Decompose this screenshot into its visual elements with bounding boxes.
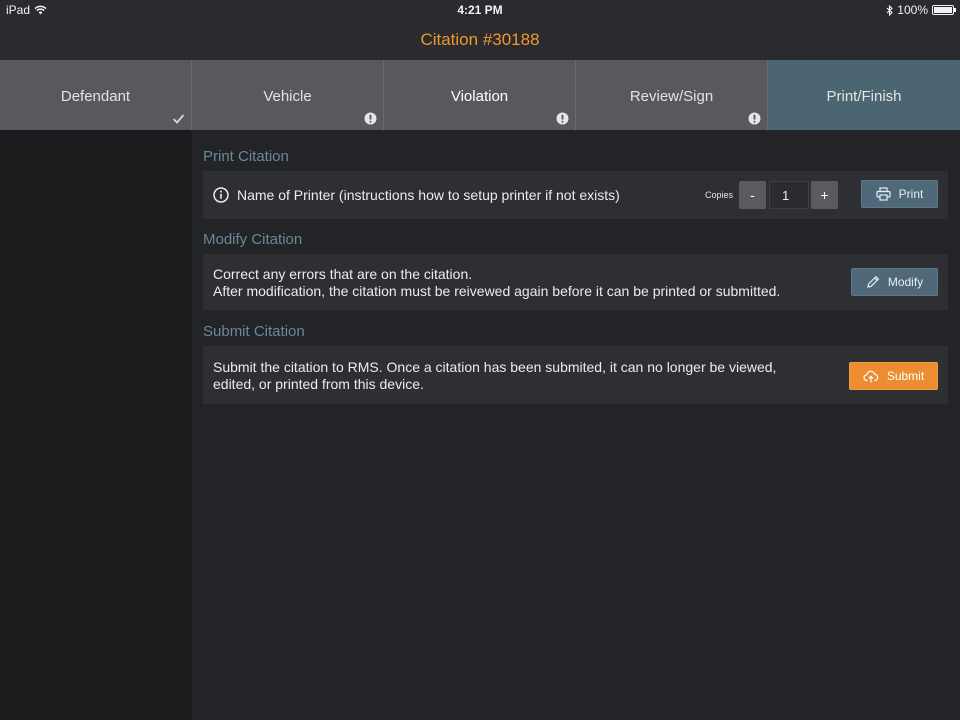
tab-print-finish[interactable]: Print/Finish bbox=[768, 60, 960, 130]
warning-icon bbox=[748, 112, 761, 125]
print-button[interactable]: Print bbox=[861, 180, 938, 208]
status-right: 100% bbox=[886, 3, 956, 17]
tab-label: Defendant bbox=[60, 88, 131, 105]
tab-label: Vehicle bbox=[263, 88, 312, 105]
submit-line-2: edited, or printed from this device. bbox=[213, 376, 424, 392]
tab-review-sign[interactable]: Review/Sign bbox=[576, 60, 768, 130]
page-title: Citation #30188 bbox=[420, 30, 540, 49]
submit-button[interactable]: Submit bbox=[849, 362, 938, 390]
pencil-icon bbox=[867, 275, 880, 288]
navigation-bar: Citation #30188 bbox=[0, 20, 960, 60]
info-icon bbox=[213, 187, 229, 203]
submit-button-label: Submit bbox=[886, 369, 925, 383]
wizard-tabs: Defendant Vehicle Violation Review/Sign … bbox=[0, 60, 960, 130]
print-section-title: Print Citation bbox=[203, 148, 289, 165]
submit-panel: Submit the citation to RMS. Once a citat… bbox=[203, 346, 948, 404]
print-button-label: Print bbox=[898, 187, 924, 201]
print-panel: Name of Printer (instructions how to set… bbox=[203, 171, 948, 219]
modify-section-title: Modify Citation bbox=[203, 231, 303, 248]
modify-button-label: Modify bbox=[887, 275, 924, 289]
submit-line-1: Submit the citation to RMS. Once a citat… bbox=[213, 359, 777, 375]
bluetooth-icon bbox=[886, 4, 894, 16]
submit-section-title: Submit Citation bbox=[203, 323, 305, 340]
cloud-upload-icon bbox=[863, 370, 879, 382]
tab-label: Print/Finish bbox=[826, 88, 902, 105]
modify-panel: Correct any errors that are on the citat… bbox=[203, 254, 948, 310]
increment-copies-button[interactable]: + bbox=[811, 181, 838, 209]
battery-percent: 100% bbox=[897, 3, 928, 17]
copies-input[interactable] bbox=[769, 181, 809, 209]
tab-defendant[interactable]: Defendant bbox=[0, 60, 192, 130]
battery-icon bbox=[932, 5, 956, 15]
tab-label: Review/Sign bbox=[629, 88, 714, 105]
modify-line-2: After modification, the citation must be… bbox=[213, 283, 781, 299]
decrement-copies-button[interactable]: - bbox=[739, 181, 766, 209]
checkmark-icon bbox=[172, 114, 185, 124]
printer-name: Name of Printer (instructions how to set… bbox=[237, 187, 620, 203]
sidebar bbox=[0, 130, 192, 720]
warning-icon bbox=[364, 112, 377, 125]
warning-icon bbox=[556, 112, 569, 125]
tab-violation[interactable]: Violation bbox=[384, 60, 576, 130]
modify-line-1: Correct any errors that are on the citat… bbox=[213, 266, 473, 282]
tab-vehicle[interactable]: Vehicle bbox=[192, 60, 384, 130]
modify-button[interactable]: Modify bbox=[851, 268, 938, 296]
status-time: 4:21 PM bbox=[457, 3, 503, 17]
main-content: Print Citation Name of Printer (instruct… bbox=[192, 130, 960, 720]
copies-label: Copies bbox=[705, 190, 734, 200]
printer-icon bbox=[876, 187, 891, 201]
status-bar: iPad 4:21 PM 100% bbox=[0, 0, 960, 20]
tab-label: Violation bbox=[450, 88, 509, 105]
